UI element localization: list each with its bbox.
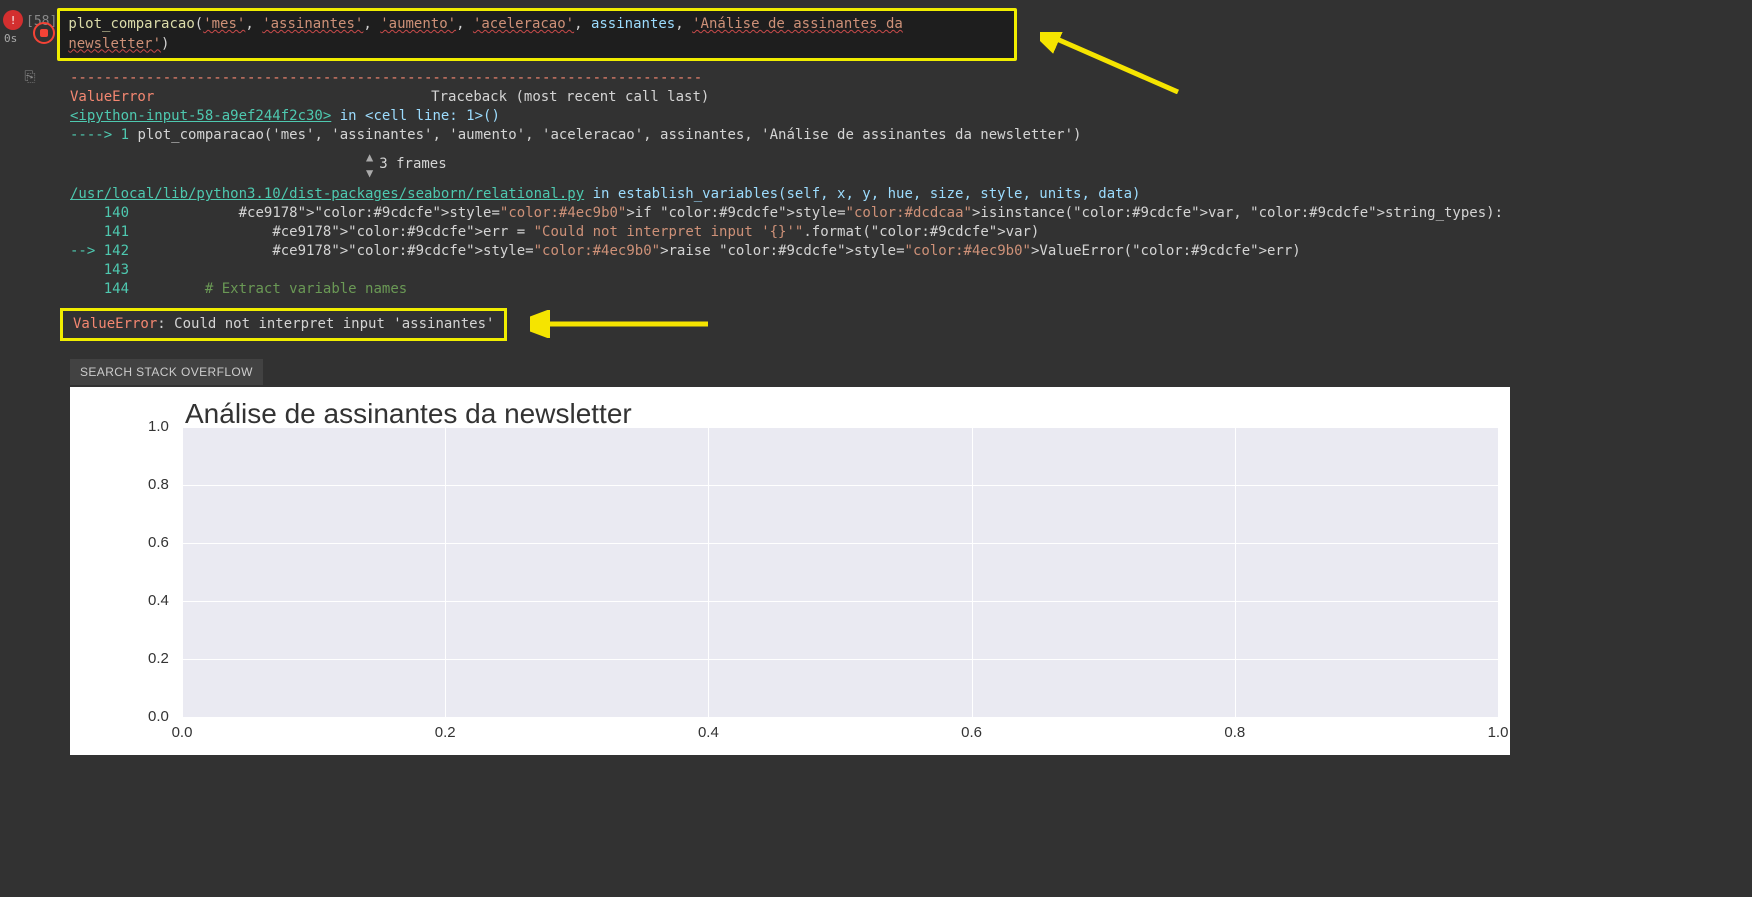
chart-ytick: 0.4 — [148, 591, 169, 611]
chart-xtick: 0.8 — [1224, 723, 1245, 743]
chart-ytick: 0.8 — [148, 475, 169, 495]
traceback-cell-loc: in <cell line: 1>() — [331, 108, 500, 124]
chart-xtick: 0.0 — [172, 723, 193, 743]
final-error-highlight: ValueError: Could not interpret input 'a… — [60, 308, 507, 341]
chart-ytick: 0.2 — [148, 649, 169, 669]
chevron-up-down-icon: ▲▼ — [366, 149, 373, 181]
annotation-arrow-icon — [530, 310, 710, 338]
traceback-divider: ----------------------------------------… — [70, 69, 1510, 88]
frames-expander[interactable]: ▲▼ 3 frames — [366, 145, 1510, 185]
chart-xtick: 0.6 — [961, 723, 982, 743]
traceback-error-type: ValueError — [70, 89, 154, 105]
chart-ytick: 0.0 — [148, 707, 169, 727]
traceback-header: Traceback (most recent call last) — [431, 89, 709, 105]
traceback-call-line: plot_comparacao('mes', 'assinantes', 'au… — [137, 127, 1081, 143]
final-error-message: : Could not interpret input 'assinantes' — [157, 316, 494, 332]
output-area: ----------------------------------------… — [60, 61, 1520, 763]
chart-xtick: 0.4 — [698, 723, 719, 743]
chart-ytick: 0.6 — [148, 533, 169, 553]
search-stack-overflow-button[interactable]: SEARCH STACK OVERFLOW — [70, 359, 263, 385]
chart-xtick: 0.2 — [435, 723, 456, 743]
chart-ytick: 1.0 — [148, 417, 169, 437]
traceback-arrow: ----> 1 — [70, 127, 137, 143]
frames-count-label: 3 frames — [379, 155, 446, 174]
error-icon: ! — [3, 10, 23, 30]
chart-panel: Análise de assinantes da newsletter 0.00… — [70, 387, 1510, 755]
traceback-ipython-link[interactable]: <ipython-input-58-a9ef244f2c30> — [70, 108, 331, 124]
traceback-source-lines: 140 #ce9178">"color:#9cdcfe">style="colo… — [70, 204, 1510, 298]
traceback-file-link[interactable]: /usr/local/lib/python3.10/dist-packages/… — [70, 186, 584, 202]
exec-time-label: 0s — [4, 32, 17, 45]
code-editor[interactable]: plot_comparacao('mes', 'assinantes', 'au… — [57, 8, 1017, 61]
chart-plot-area — [182, 427, 1498, 717]
chart-xtick: 1.0 — [1488, 723, 1509, 743]
output-gutter: ⎘ — [0, 61, 60, 763]
code-cell-row: [58] plot_comparacao('mes', 'assinantes'… — [0, 0, 1520, 61]
collapse-output-icon[interactable]: ⎘ — [24, 69, 35, 763]
stop-icon[interactable] — [33, 22, 55, 44]
traceback-func-sig: in establish_variables(self, x, y, hue, … — [584, 186, 1140, 202]
final-error-type: ValueError — [73, 316, 157, 332]
